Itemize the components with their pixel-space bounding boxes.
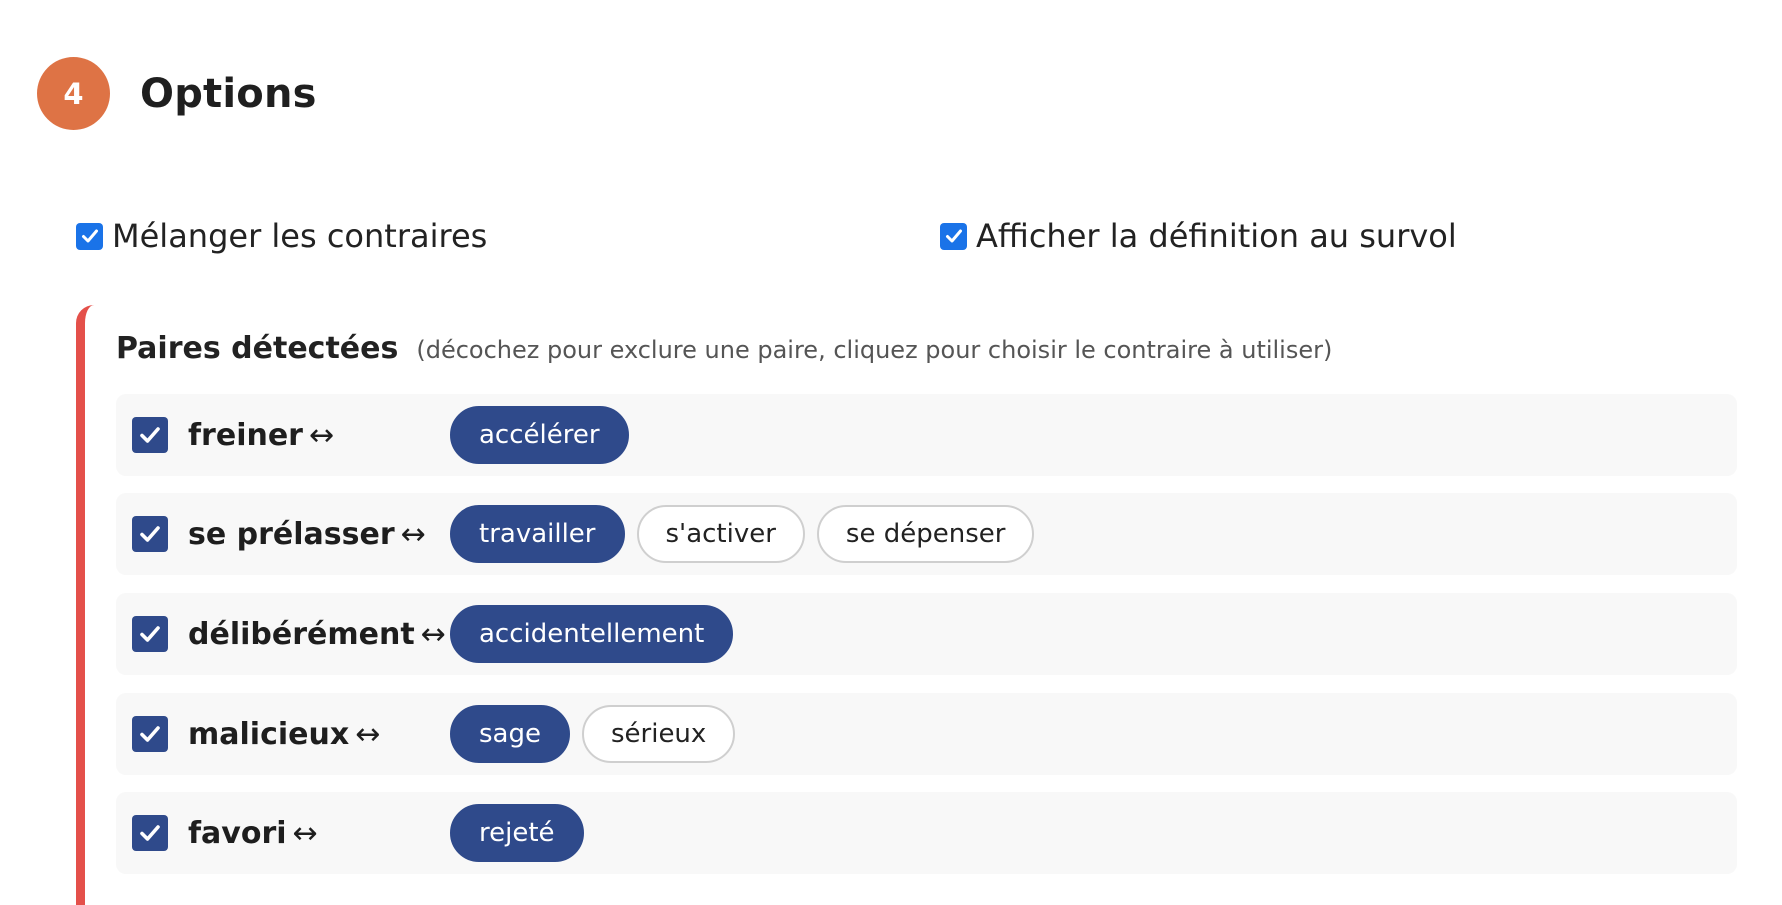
pairs-hint: (décochez pour exclure une paire, clique… xyxy=(416,336,1333,364)
section-title: Options xyxy=(140,70,317,117)
pair-word-text: malicieux xyxy=(188,716,350,752)
pair-include-checkbox[interactable] xyxy=(132,616,168,652)
pair-row: favori ↔ rejeté xyxy=(116,792,1737,874)
opposite-chip-selected[interactable]: sage xyxy=(450,705,570,763)
option-label: Afficher la définition au survol xyxy=(976,217,1457,255)
pair-include-checkbox[interactable] xyxy=(132,716,168,752)
pairs-heading: Paires détectées (décochez pour exclure … xyxy=(116,331,1332,366)
pair-word-text: se prélasser xyxy=(188,516,395,552)
pair-word: favori ↔ xyxy=(188,816,450,851)
option-show-definition-hover[interactable]: Afficher la définition au survol xyxy=(940,217,1457,255)
pair-include-checkbox[interactable] xyxy=(132,516,168,552)
opposite-chip-option[interactable]: se dépenser xyxy=(816,505,1035,563)
opposite-chips: accidentellement xyxy=(450,605,734,663)
opposite-chip-selected[interactable]: rejeté xyxy=(450,804,584,862)
checkbox-checked-icon[interactable] xyxy=(76,222,103,250)
pair-row: malicieux ↔ sage sérieux xyxy=(116,693,1737,775)
checkbox-checked-icon[interactable] xyxy=(940,222,967,250)
opposite-chip-selected[interactable]: travailler xyxy=(450,505,625,563)
pair-include-checkbox[interactable] xyxy=(132,417,168,453)
step-number-badge: 4 xyxy=(37,57,110,130)
section-header: 4 Options xyxy=(37,57,317,130)
option-label: Mélanger les contraires xyxy=(112,217,488,255)
pair-word: délibérément ↔ xyxy=(188,617,450,652)
pair-word: se prélasser ↔ xyxy=(188,517,450,552)
option-shuffle-opposites[interactable]: Mélanger les contraires xyxy=(76,217,488,255)
pair-include-checkbox[interactable] xyxy=(132,815,168,851)
opposite-chips: accélérer xyxy=(450,406,629,464)
pair-word: malicieux ↔ xyxy=(188,717,450,752)
pair-row: freiner ↔ accélérer xyxy=(116,394,1737,476)
pairs-title: Paires détectées xyxy=(116,331,399,366)
opposite-chip-selected[interactable]: accélérer xyxy=(450,406,629,464)
detected-pairs-panel: Paires détectées (décochez pour exclure … xyxy=(76,305,1742,905)
opposite-chips: rejeté xyxy=(450,804,584,862)
bidirectional-arrow-icon: ↔ xyxy=(308,417,335,453)
bidirectional-arrow-icon: ↔ xyxy=(400,516,426,552)
pair-word: freiner ↔ xyxy=(188,418,450,453)
pair-word-text: favori xyxy=(188,815,287,851)
opposite-chips: sage sérieux xyxy=(450,705,736,763)
bidirectional-arrow-icon: ↔ xyxy=(420,616,446,652)
pair-word-text: délibérément xyxy=(188,616,415,652)
opposite-chips: travailler s'activer se dépenser xyxy=(450,505,1035,563)
opposite-chip-option[interactable]: s'activer xyxy=(636,505,805,563)
opposite-chip-selected[interactable]: accidentellement xyxy=(450,605,734,663)
bidirectional-arrow-icon: ↔ xyxy=(292,815,318,851)
pair-row: se prélasser ↔ travailler s'activer se dé… xyxy=(116,493,1737,575)
opposite-chip-option[interactable]: sérieux xyxy=(581,705,736,763)
bidirectional-arrow-icon: ↔ xyxy=(355,716,381,752)
pair-word-text: freiner xyxy=(188,417,303,453)
pair-row: délibérément ↔ accidentellement xyxy=(116,593,1737,675)
